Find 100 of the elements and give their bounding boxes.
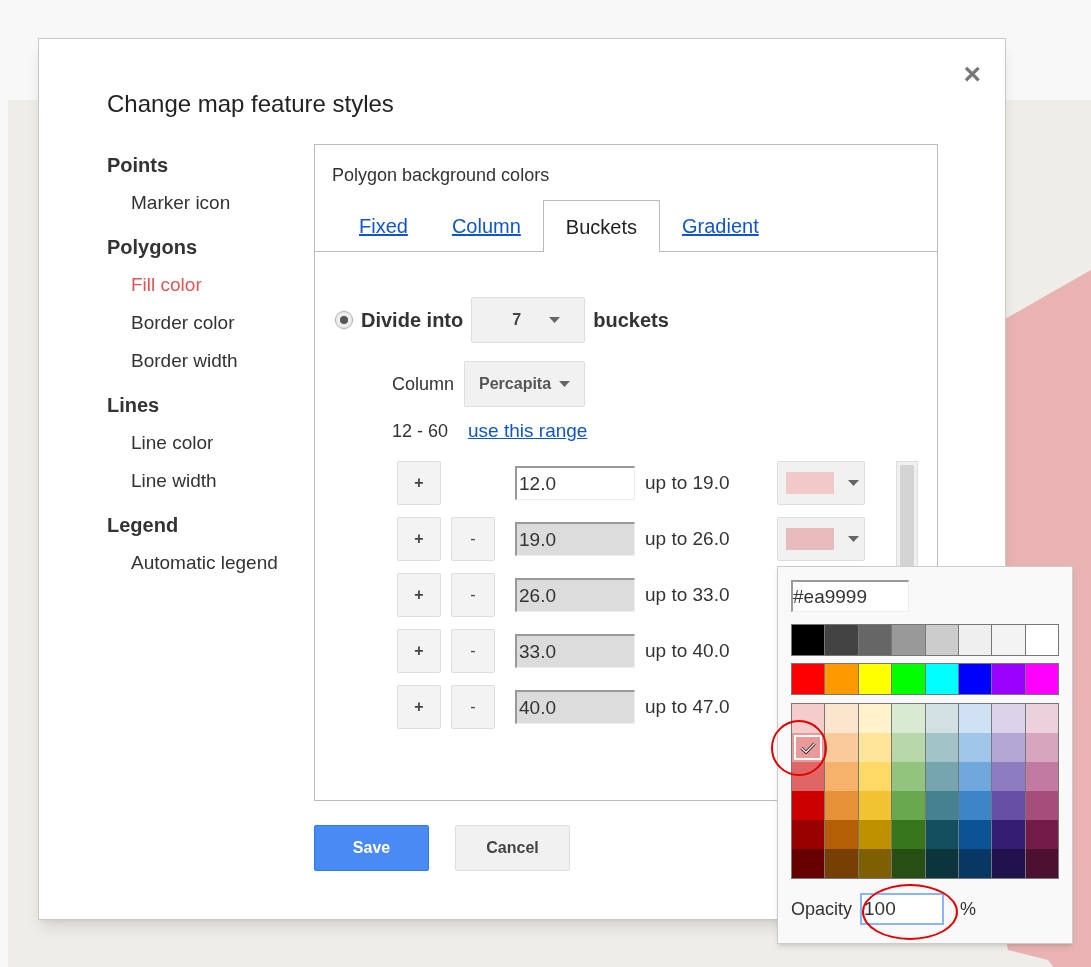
cancel-button[interactable]: Cancel <box>455 825 570 871</box>
sidebar-item[interactable]: Line color <box>107 424 314 462</box>
sidebar-item[interactable]: Border color <box>107 304 314 342</box>
column-label: Column <box>392 372 455 396</box>
color-swatch[interactable] <box>1025 704 1058 733</box>
color-swatch[interactable] <box>892 791 925 820</box>
tab[interactable]: Buckets <box>542 200 660 252</box>
color-swatch[interactable] <box>958 704 992 733</box>
range-end-text: up to 40.0 <box>645 638 731 663</box>
sidebar-item[interactable]: Fill color <box>107 266 314 304</box>
color-swatch[interactable] <box>792 664 825 694</box>
sidebar-heading: Legend <box>107 513 180 538</box>
color-swatch[interactable] <box>958 849 992 878</box>
color-swatch[interactable] <box>992 820 1025 849</box>
color-swatch[interactable] <box>825 733 858 762</box>
color-swatch[interactable] <box>858 762 892 791</box>
tab[interactable]: Column <box>429 200 543 252</box>
opacity-field[interactable]: 100 <box>860 893 945 925</box>
color-swatch[interactable] <box>858 664 892 694</box>
color-swatch[interactable] <box>825 849 858 878</box>
color-dropdown[interactable] <box>777 517 865 561</box>
color-swatch[interactable] <box>825 664 858 694</box>
radio-button[interactable] <box>335 311 353 329</box>
color-swatch[interactable] <box>925 664 958 694</box>
color-swatch[interactable] <box>892 820 925 849</box>
color-swatch[interactable] <box>992 791 1025 820</box>
tab[interactable]: Fixed <box>337 200 430 252</box>
color-swatch[interactable] <box>825 704 858 733</box>
color-swatch[interactable] <box>992 733 1025 762</box>
color-swatch[interactable] <box>925 849 958 878</box>
range-end-text: up to 26.0 <box>645 526 731 551</box>
color-swatch[interactable] <box>1025 664 1058 694</box>
color-dropdown[interactable] <box>777 461 865 505</box>
color-swatch[interactable] <box>892 762 925 791</box>
color-swatch[interactable] <box>792 820 825 849</box>
color-swatch[interactable] <box>992 664 1025 694</box>
sidebar-item[interactable]: Line width <box>107 462 314 500</box>
color-swatch[interactable] <box>958 762 992 791</box>
range-start-field[interactable]: 12.0 <box>515 466 635 500</box>
hex-field[interactable]: #ea9999 <box>791 580 909 612</box>
color-swatch[interactable] <box>992 625 1025 655</box>
color-swatch[interactable] <box>958 625 992 655</box>
color-swatch[interactable] <box>792 762 825 791</box>
color-swatch[interactable] <box>858 849 892 878</box>
opacity-label: Opacity <box>791 897 853 921</box>
color-swatch[interactable] <box>892 849 925 878</box>
color-swatch[interactable] <box>858 733 892 762</box>
close-button[interactable]: × <box>963 59 981 89</box>
color-swatch[interactable] <box>1025 762 1058 791</box>
sidebar-item[interactable]: Border width <box>107 342 314 380</box>
color-swatch[interactable] <box>992 704 1025 733</box>
sidebar-item[interactable]: Automatic legend <box>107 544 314 582</box>
use-range-link[interactable]: use this range <box>468 416 588 446</box>
color-swatch[interactable] <box>858 791 892 820</box>
color-swatch[interactable] <box>925 791 958 820</box>
tab[interactable]: Gradient <box>660 200 781 252</box>
color-swatch[interactable] <box>792 849 825 878</box>
color-swatch[interactable] <box>992 762 1025 791</box>
color-swatch[interactable] <box>1025 733 1058 762</box>
color-swatch[interactable] <box>925 733 958 762</box>
color-swatch[interactable] <box>792 625 825 655</box>
color-swatch[interactable] <box>1025 849 1058 878</box>
color-swatch[interactable] <box>925 704 958 733</box>
color-swatch[interactable] <box>1025 791 1058 820</box>
color-swatch[interactable] <box>892 733 925 762</box>
color-swatch[interactable] <box>825 791 858 820</box>
color-swatch[interactable] <box>892 625 925 655</box>
range-text: 12 - 60 <box>392 419 449 443</box>
bucket-count-dropdown[interactable]: 7 <box>471 297 586 343</box>
color-swatch[interactable] <box>925 762 958 791</box>
sidebar-heading: Polygons <box>107 235 198 260</box>
sidebar-heading: Lines <box>107 393 161 418</box>
color-swatch[interactable] <box>958 791 992 820</box>
color-swatch[interactable] <box>792 704 825 733</box>
color-swatch[interactable] <box>792 791 825 820</box>
color-swatch[interactable] <box>892 704 925 733</box>
color-swatch[interactable] <box>958 733 992 762</box>
color-swatch[interactable] <box>958 664 992 694</box>
color-swatch[interactable] <box>825 625 858 655</box>
caret-icon <box>549 317 561 323</box>
color-swatch[interactable] <box>1025 625 1058 655</box>
color-swatch[interactable] <box>992 849 1025 878</box>
color-swatch[interactable] <box>925 625 958 655</box>
add-button[interactable]: + <box>397 461 441 505</box>
color-swatch[interactable] <box>858 704 892 733</box>
color-swatch[interactable] <box>1025 820 1058 849</box>
range-end-text: up to 47.0 <box>645 694 731 719</box>
color-swatch[interactable] <box>858 820 892 849</box>
range-end-text: up to 19.0 <box>645 470 731 495</box>
color-swatch[interactable] <box>858 625 892 655</box>
column-dropdown[interactable]: Percapita <box>464 361 586 407</box>
color-swatch[interactable] <box>792 733 825 762</box>
color-swatch[interactable] <box>825 820 858 849</box>
color-swatch[interactable] <box>892 664 925 694</box>
color-swatch[interactable] <box>958 820 992 849</box>
color-swatch[interactable] <box>925 820 958 849</box>
range-end-text: up to 33.0 <box>645 582 731 607</box>
color-swatch[interactable] <box>825 762 858 791</box>
sidebar-item[interactable]: Marker icon <box>107 184 314 222</box>
buckets-label: buckets <box>593 308 669 333</box>
